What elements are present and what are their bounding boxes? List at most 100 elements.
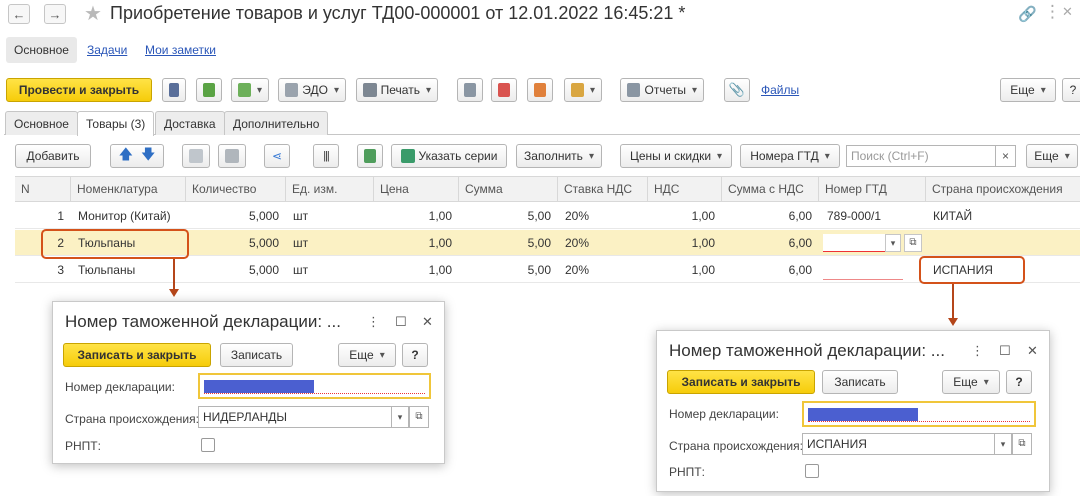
- barcode-button[interactable]: |||: [313, 144, 339, 168]
- gtd-numbers-button[interactable]: Номера ГТД: [740, 144, 840, 168]
- link-icon[interactable]: 🔗: [1018, 5, 1037, 23]
- post-and-close-button[interactable]: Провести и закрыть: [6, 78, 152, 102]
- table-more-button[interactable]: Еще: [1026, 144, 1078, 168]
- rnpt-checkbox[interactable]: [805, 464, 819, 478]
- save-and-close-button[interactable]: Записать и закрыть: [63, 343, 211, 367]
- country-dropdown-button[interactable]: ▾: [391, 406, 409, 428]
- tab-goods[interactable]: Товары (3): [77, 111, 155, 136]
- prices-discounts-button[interactable]: Цены и скидки: [620, 144, 732, 168]
- help-button[interactable]: ?: [1006, 370, 1032, 394]
- tab-main[interactable]: Основное: [5, 111, 78, 135]
- more-actions-icon[interactable]: ?: [1062, 78, 1080, 102]
- more-vertical-icon[interactable]: ⋮: [367, 314, 380, 330]
- more-button[interactable]: Еще: [338, 343, 396, 367]
- table-header: N Номенклатура Количество Ед. изм. Цена …: [15, 176, 1080, 202]
- maximize-icon[interactable]: ☐: [999, 343, 1011, 359]
- close-icon[interactable]: ✕: [422, 314, 433, 330]
- col-price[interactable]: Цена: [373, 177, 409, 202]
- gtd-input[interactable]: [823, 234, 885, 252]
- create-based-icon: [238, 83, 251, 97]
- save-button[interactable]: Записать: [822, 370, 898, 394]
- country-dropdown-button[interactable]: ▾: [994, 433, 1012, 455]
- files-link[interactable]: Файлы: [761, 83, 799, 97]
- edo-button[interactable]: ЭДО: [278, 78, 346, 102]
- declaration-number-input[interactable]: [198, 373, 431, 399]
- arrow-up-icon[interactable]: 🡅: [119, 144, 133, 168]
- post-doc-icon: [203, 83, 215, 97]
- save-button[interactable]: Записать: [220, 343, 293, 367]
- forward-button[interactable]: →: [44, 4, 66, 24]
- open-icon: ⧉: [1018, 438, 1026, 449]
- more-button[interactable]: Еще: [1000, 78, 1056, 102]
- specify-series-button[interactable]: Указать серии: [391, 144, 507, 168]
- copy-button[interactable]: [182, 144, 210, 168]
- share-button[interactable]: ⋖: [264, 144, 290, 168]
- more-vertical-icon[interactable]: ⋮: [1044, 2, 1061, 22]
- maximize-icon[interactable]: ☐: [395, 314, 407, 330]
- subnav-tasks[interactable]: Задачи: [87, 43, 127, 57]
- help-button[interactable]: ?: [402, 343, 428, 367]
- cell-price: 1,00: [428, 236, 452, 250]
- save-and-close-button[interactable]: Записать и закрыть: [667, 370, 815, 394]
- structure-button[interactable]: [564, 78, 602, 102]
- col-sum[interactable]: Сумма: [458, 177, 503, 202]
- share-icon: ⋖: [271, 149, 283, 163]
- cell-sum: 5,00: [527, 236, 551, 250]
- arrow-down-icon[interactable]: 🡇: [141, 144, 155, 168]
- cell-qty: 5,000: [248, 209, 279, 223]
- open-icon: ⧉: [415, 411, 423, 422]
- fill-button[interactable]: Заполнить: [516, 144, 602, 168]
- back-button[interactable]: ←: [8, 4, 30, 24]
- subnav-main[interactable]: Основное: [6, 37, 77, 63]
- close-icon[interactable]: ✕: [1062, 4, 1073, 20]
- gtd-open-button[interactable]: ⧉: [904, 234, 922, 252]
- attach-button[interactable]: 📎: [724, 78, 750, 102]
- dt-kt-icon: [498, 83, 510, 97]
- col-item[interactable]: Номенклатура: [70, 177, 158, 202]
- col-qty[interactable]: Количество: [185, 177, 256, 202]
- create-based-on-button[interactable]: [231, 78, 269, 102]
- col-country[interactable]: Страна происхождения: [925, 177, 1063, 202]
- table-row[interactable]: 1 Монитор (Китай) 5,000 шт 1,00 5,00 20%…: [15, 203, 1080, 229]
- cell-total: 6,00: [788, 209, 812, 223]
- at-kt-button[interactable]: [527, 78, 553, 102]
- country-open-button[interactable]: ⧉: [1012, 433, 1032, 455]
- tab-additional[interactable]: Дополнительно: [224, 111, 329, 135]
- search-clear-button[interactable]: ×: [995, 145, 1016, 167]
- post-button[interactable]: [196, 78, 222, 102]
- tab-delivery[interactable]: Доставка: [155, 111, 225, 135]
- print-button[interactable]: Печать: [356, 78, 438, 102]
- rnpt-checkbox[interactable]: [201, 438, 215, 452]
- col-vat[interactable]: НДС: [647, 177, 679, 202]
- add-row-button[interactable]: Добавить: [15, 144, 91, 168]
- country-input[interactable]: НИДЕРЛАНДЫ: [198, 406, 392, 428]
- cell-qty: 5,000: [248, 236, 279, 250]
- favorite-star-icon[interactable]: ★: [84, 1, 102, 26]
- paste-button[interactable]: [218, 144, 246, 168]
- checklist-button[interactable]: [357, 144, 383, 168]
- declaration-number-input[interactable]: [802, 401, 1036, 427]
- move-buttons[interactable]: 🡅 🡇: [110, 144, 164, 168]
- save-button[interactable]: [162, 78, 186, 102]
- journal-button[interactable]: [457, 78, 483, 102]
- subnav-notes[interactable]: Мои заметки: [145, 43, 216, 57]
- reports-button[interactable]: Отчеты: [620, 78, 704, 102]
- col-vat-rate[interactable]: Ставка НДС: [557, 177, 632, 202]
- journal-icon: [464, 83, 476, 97]
- country-input[interactable]: ИСПАНИЯ: [802, 433, 995, 455]
- paste-icon: [225, 149, 239, 163]
- col-unit[interactable]: Ед. изм.: [285, 177, 337, 202]
- country-open-button[interactable]: ⧉: [409, 406, 429, 428]
- col-total[interactable]: Сумма с НДС: [721, 177, 804, 202]
- more-button[interactable]: Еще: [942, 370, 1000, 394]
- close-icon[interactable]: ✕: [1027, 343, 1038, 359]
- col-n[interactable]: N: [15, 177, 30, 202]
- callout-highlight-spain: [919, 256, 1025, 284]
- more-vertical-icon[interactable]: ⋮: [971, 343, 984, 359]
- col-gtd[interactable]: Номер ГТД: [818, 177, 887, 202]
- search-input[interactable]: Поиск (Ctrl+F): [846, 145, 996, 167]
- dt-kt-button[interactable]: [491, 78, 517, 102]
- gtd-dropdown-button[interactable]: ▾: [885, 234, 901, 252]
- redacted-value: [204, 380, 314, 393]
- cell-price: 1,00: [428, 209, 452, 223]
